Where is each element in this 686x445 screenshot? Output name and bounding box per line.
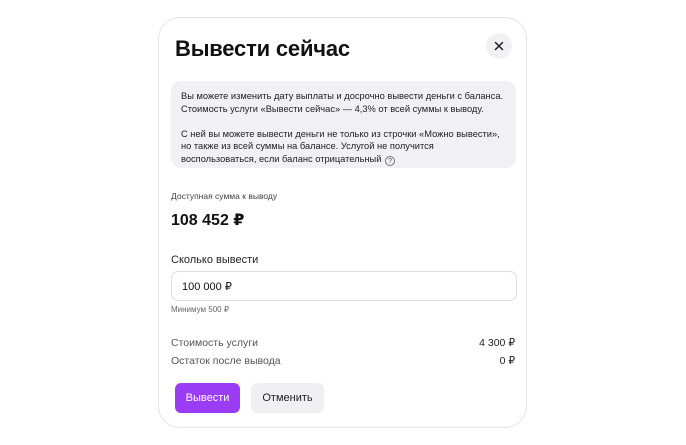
withdraw-button[interactable]: Вывести [175,383,240,413]
dialog-title: Вывести сейчас [175,36,350,61]
available-amount-value: 108 452 ₽ [171,212,245,229]
remainder-value: 0 ₽ [499,355,515,367]
info-paragraph-2-text: С ней вы можете вывести деньги не только… [181,128,500,164]
withdraw-amount-label: Сколько вывести [171,254,259,266]
available-amount-label: Доступная сумма к выводу [171,191,278,201]
remainder-label: Остаток после вывода [171,355,281,367]
withdraw-now-dialog: Вывести сейчас Вы можете изменить дату в… [158,17,527,428]
close-icon [494,41,504,51]
withdraw-amount-input[interactable] [171,271,517,301]
cancel-button[interactable]: Отменить [251,383,324,413]
question-circle-icon[interactable]: ? [385,156,396,167]
info-paragraph-2: С ней вы можете вывести деньги не только… [181,128,506,167]
info-paragraph-1: Вы можете изменить дату выплаты и досроч… [181,91,504,114]
fee-label: Стоимость услуги [171,337,258,349]
fee-value: 4 300 ₽ [479,337,515,349]
close-button[interactable] [486,33,512,59]
info-box: Вы можете изменить дату выплаты и досроч… [171,81,516,168]
minimum-hint: Минимум 500 ₽ [171,305,229,314]
